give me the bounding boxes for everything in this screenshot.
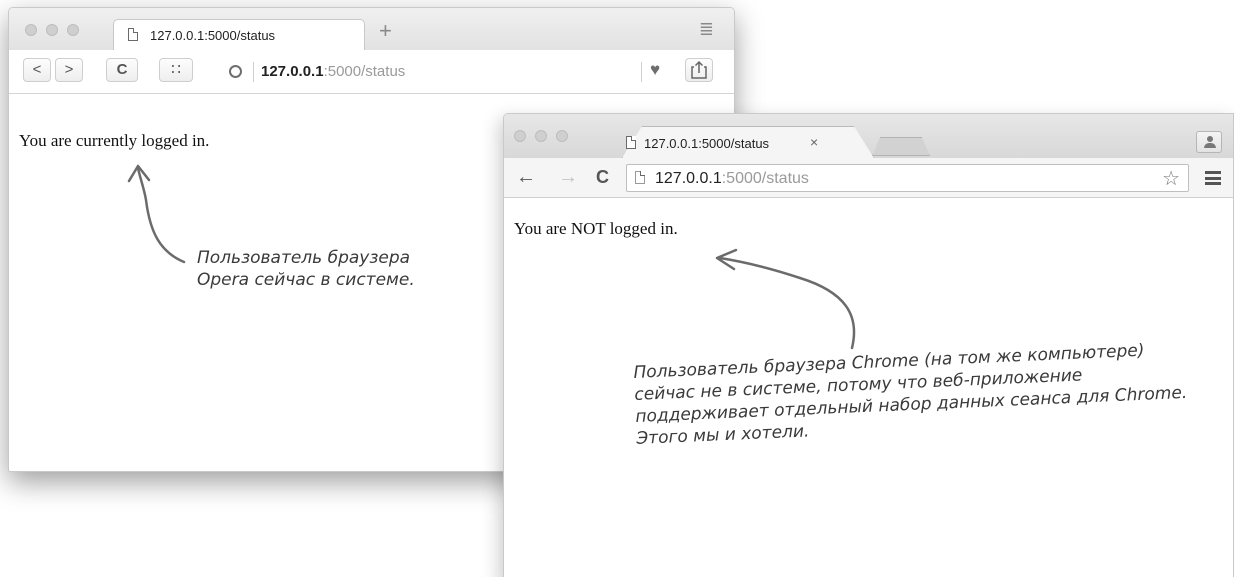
- opera-annotation-arrow: [136, 166, 186, 264]
- opera-annotation: Пользователь браузера Opera сейчас в сис…: [197, 248, 415, 290]
- annotation-arrows: [127, 164, 856, 350]
- chrome-annotation-arrow: [718, 256, 856, 350]
